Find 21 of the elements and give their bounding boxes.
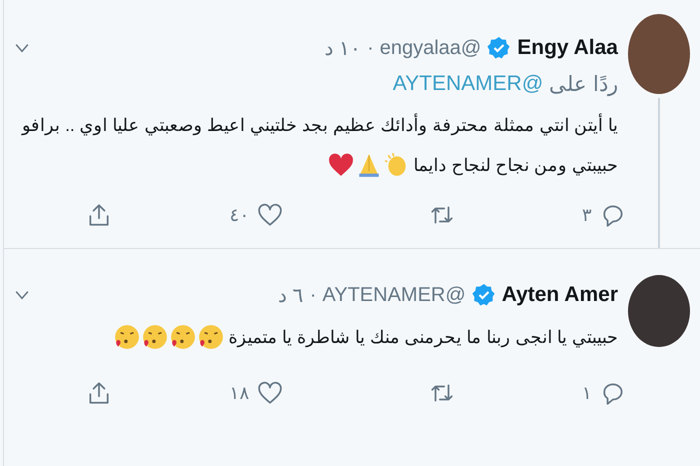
kissing-face-icon	[142, 323, 168, 351]
user-handle[interactable]: @engyalaa	[380, 36, 482, 60]
timestamp[interactable]: ٦ د	[278, 282, 304, 308]
timestamp[interactable]: ١٠ د	[324, 36, 362, 60]
replying-to-label: ردًا على	[549, 72, 618, 97]
mention-link[interactable]: @AYTENAMER	[392, 72, 544, 97]
like-count: ١٨	[229, 382, 250, 404]
separator-dot: ·	[367, 36, 374, 60]
kissing-face-icon	[170, 323, 196, 351]
user-name[interactable]: Engy Alaa	[517, 36, 618, 60]
reply-count: ٣	[582, 204, 592, 226]
separator-dot: ·	[310, 284, 316, 306]
user-name[interactable]: Ayten Amer	[502, 283, 618, 307]
kissing-face-icon	[198, 323, 224, 351]
like-count: ٤٠	[229, 204, 250, 226]
reply-count: ١	[582, 382, 592, 404]
tweet-text: يا أيتن انتي ممثلة محترفة وأدائك عظيم بجد خلتيني اعيط وصعبتي عليا اوي .. برافو	[22, 112, 618, 138]
tweet-text: حبيبتي ومن نجاح لنجاح دايما	[414, 154, 618, 178]
kissing-face-icon	[114, 323, 140, 351]
user-handle[interactable]: @AYTENAMER	[322, 284, 466, 306]
tweet-text: حبيبتي يا انجى ربنا ما يحرمنى منك يا شاطرة يا متميزة	[228, 326, 618, 350]
